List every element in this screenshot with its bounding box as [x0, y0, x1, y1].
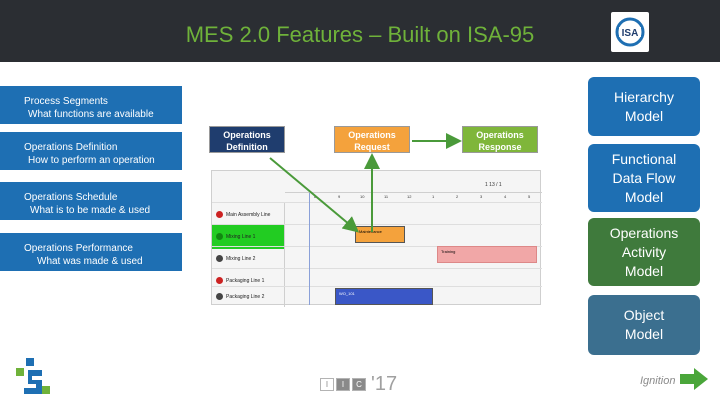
brand-mark-icon: [16, 358, 50, 394]
ignition-logo: Ignition: [640, 375, 676, 387]
box-line: Model: [624, 107, 664, 124]
box-line: Functional: [611, 150, 677, 167]
year-text: '17: [371, 372, 398, 395]
box-object-model: Object Model: [588, 295, 700, 355]
slide: MES 2.0 Features – Built on ISA-95 ISA P…: [0, 0, 720, 405]
box-hierarchy-model: Hierarchy Model: [588, 77, 700, 136]
box-line: Data Flow: [612, 169, 676, 186]
box-line: Object: [623, 307, 665, 323]
arrow-definition-to-maintenance: [269, 157, 360, 233]
box-line: Hierarchy: [614, 88, 674, 105]
year-box: I: [336, 377, 350, 391]
box-line: Activity: [621, 243, 667, 260]
box-functional-data-flow-model: Functional Data Flow Model: [588, 144, 700, 212]
year-box: C: [352, 377, 366, 391]
box-operations-activity-model: Operations Activity Model: [588, 218, 700, 286]
box-line: Model: [624, 188, 664, 205]
box-line: Model: [624, 326, 664, 342]
next-slide-arrow-icon[interactable]: [678, 366, 710, 392]
conference-year-logo: I I C '17: [320, 372, 398, 395]
box-line: Model: [624, 262, 664, 279]
box-line: Operations: [609, 224, 679, 241]
year-box: I: [320, 377, 334, 391]
